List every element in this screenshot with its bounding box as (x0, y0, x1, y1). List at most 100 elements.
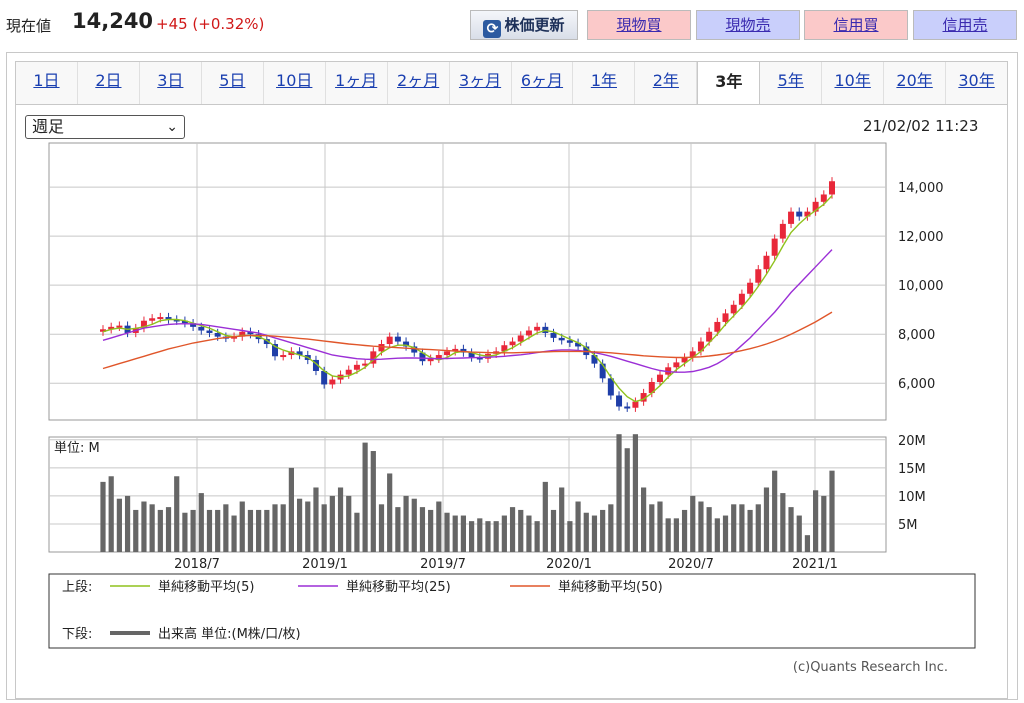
volume-bar (788, 507, 794, 552)
volume-bar (337, 487, 344, 552)
candle-body (157, 317, 164, 320)
volume-bar (239, 501, 245, 552)
candle-body (779, 223, 786, 239)
volume-bar (419, 507, 426, 552)
volume-bar (804, 535, 811, 552)
copyright-text: (c)Quants Research Inc. (793, 660, 948, 675)
volume-bar (215, 509, 221, 552)
candle-body (738, 293, 745, 305)
volume-bar (354, 512, 360, 552)
volume-bar (731, 504, 737, 552)
volume-bar (190, 509, 196, 552)
volume-bar (690, 495, 696, 552)
volume-bar (755, 504, 761, 552)
volume-bar (100, 481, 106, 552)
volume-bar (133, 509, 139, 552)
volume-bar (223, 504, 229, 552)
candle-body (820, 194, 827, 202)
candle-body (632, 401, 639, 408)
candle-body (509, 341, 516, 346)
candle-body (722, 313, 729, 322)
candle-body (788, 211, 795, 224)
candle-body (730, 304, 737, 314)
volume-bar (829, 470, 835, 552)
volume-bar (264, 509, 270, 552)
volume-bar (387, 473, 393, 552)
volume-bar (206, 509, 213, 552)
candle-body (394, 336, 401, 342)
candle-body (116, 325, 123, 328)
volume-bar (108, 476, 114, 552)
volume-bar (550, 509, 557, 552)
x-tick-label: 2020/1 (546, 557, 592, 572)
volume-bar (452, 515, 458, 552)
volume-bar (124, 495, 131, 552)
volume-bar (698, 501, 704, 552)
volume-bar (272, 504, 278, 552)
volume-bar (296, 498, 303, 552)
volume-bar (641, 487, 647, 552)
candle-body (763, 255, 770, 270)
volume-bar (305, 501, 311, 552)
stock-chart: 2018/7 2019/1 2019/7 2020/1 2020/7 2021/1 6,00… (48, 142, 976, 675)
candle-body (829, 181, 835, 195)
volume-bar (460, 515, 467, 552)
volume-bar (534, 521, 540, 552)
volume-bar (346, 495, 352, 552)
candle-body (198, 326, 205, 331)
volume-bar (149, 504, 155, 552)
volume-bar (706, 507, 712, 552)
volume-bar (157, 509, 163, 552)
price-y-tick-label: 10,000 (898, 279, 944, 294)
candle-body (214, 332, 221, 337)
candle-body (280, 355, 287, 358)
volume-bar (649, 504, 655, 552)
volume-bar (526, 515, 532, 552)
legend-ma5-label: 単純移動平均(5) (158, 579, 254, 595)
volume-bar (444, 512, 450, 552)
volume-bar (657, 501, 663, 552)
volume-bar (477, 518, 483, 552)
candle-body (624, 406, 631, 409)
candle-body (149, 318, 156, 321)
candle-body (525, 330, 532, 336)
volume-unit-label: 単位: M (54, 440, 100, 456)
volume-bar (821, 495, 827, 552)
volume-bar (288, 467, 294, 552)
candle-body (517, 335, 524, 342)
x-tick-label: 2020/7 (668, 557, 714, 572)
volume-bar (116, 498, 122, 552)
candle-body (771, 238, 778, 256)
volume-bar (813, 490, 819, 552)
volume-bar (395, 507, 401, 552)
volume-bar (772, 470, 778, 552)
candle-body (714, 321, 721, 332)
candle-body (550, 332, 557, 338)
volume-bar (362, 442, 368, 552)
volume-bar (247, 509, 254, 552)
volume-y-tick-label: 5M (898, 518, 918, 533)
volume-bar (378, 504, 385, 552)
volume-bar (411, 498, 417, 552)
candle-body (378, 344, 385, 352)
volume-bar (542, 481, 548, 552)
volume-bar (722, 515, 729, 552)
volume-bar (600, 509, 606, 552)
candle-body (747, 282, 754, 294)
volume-bar (673, 518, 679, 552)
volume-bar (198, 493, 204, 552)
volume-bar (141, 501, 147, 552)
volume-bar (174, 476, 180, 552)
candle-body (616, 395, 623, 407)
volume-bar (608, 504, 614, 552)
volume-bar (165, 507, 172, 552)
volume-bar (436, 501, 442, 552)
candle-body (329, 379, 336, 385)
candle-body (755, 269, 762, 283)
volume-bar (329, 495, 335, 552)
volume-bar (624, 448, 630, 552)
x-tick-label: 2021/1 (792, 557, 838, 572)
volume-y-tick-label: 15M (898, 462, 926, 477)
price-y-tick-label: 8,000 (898, 328, 935, 343)
legend-upper-label: 上段: (62, 580, 92, 595)
